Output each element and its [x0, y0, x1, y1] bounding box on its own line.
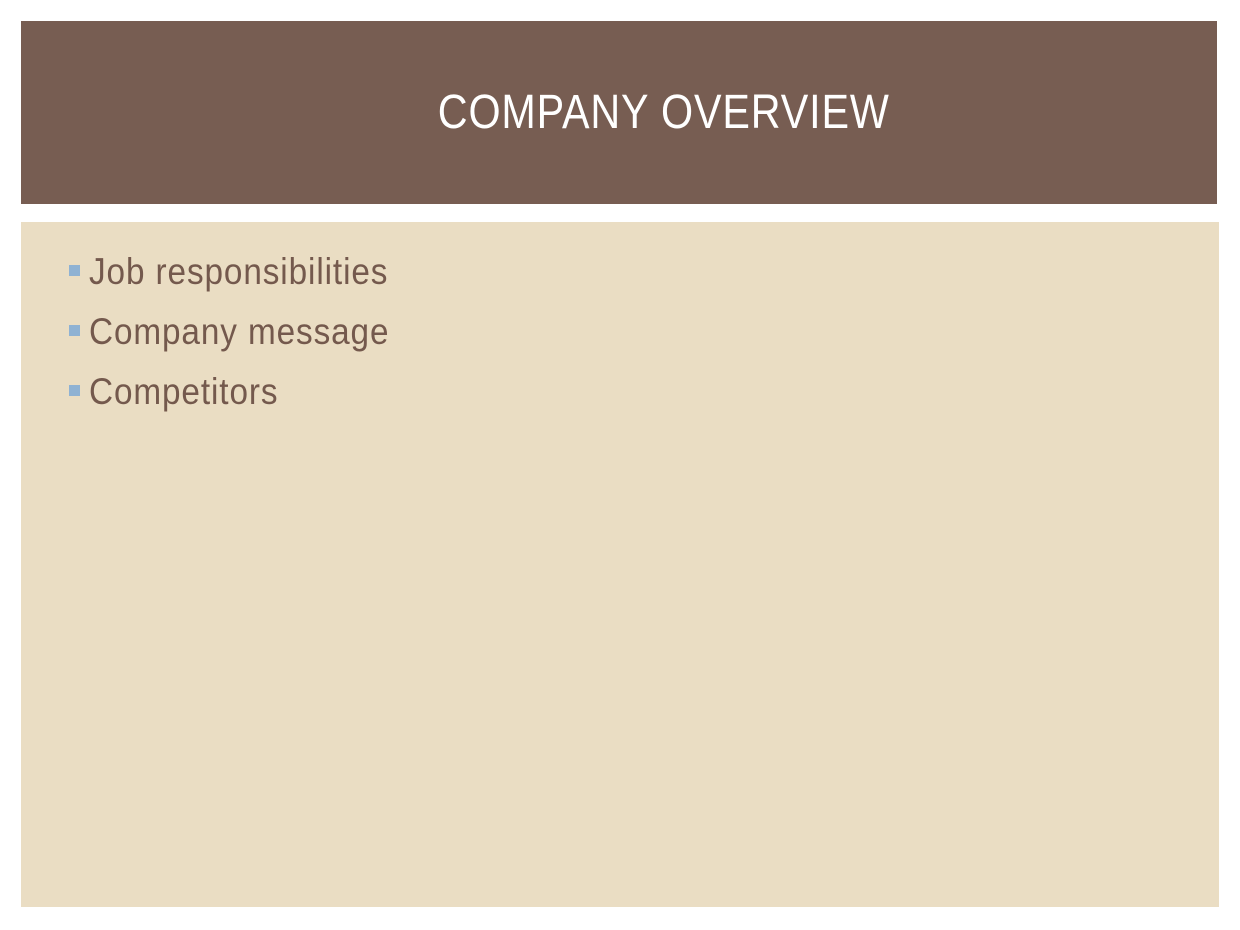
bullet-item: Company message [69, 302, 423, 362]
bullet-text-job-responsibilities: Job responsibilities [89, 251, 389, 292]
content-panel: Job responsibilities Company message Com… [21, 222, 1219, 907]
square-bullet-icon [69, 384, 80, 396]
square-bullet-icon [69, 324, 80, 336]
bullet-item: Competitors [69, 362, 423, 422]
title-band: COMPANY OVERVIEW [21, 21, 1217, 204]
slide: COMPANY OVERVIEW Job responsibilities Co… [0, 0, 1240, 930]
bullet-text-company-message: Company message [89, 311, 390, 352]
bullet-list: Job responsibilities Company message Com… [69, 242, 423, 422]
square-bullet-icon [69, 264, 80, 276]
slide-title: COMPANY OVERVIEW [438, 86, 890, 139]
bullet-item: Job responsibilities [69, 242, 423, 302]
bullet-text-competitors: Competitors [89, 371, 279, 412]
